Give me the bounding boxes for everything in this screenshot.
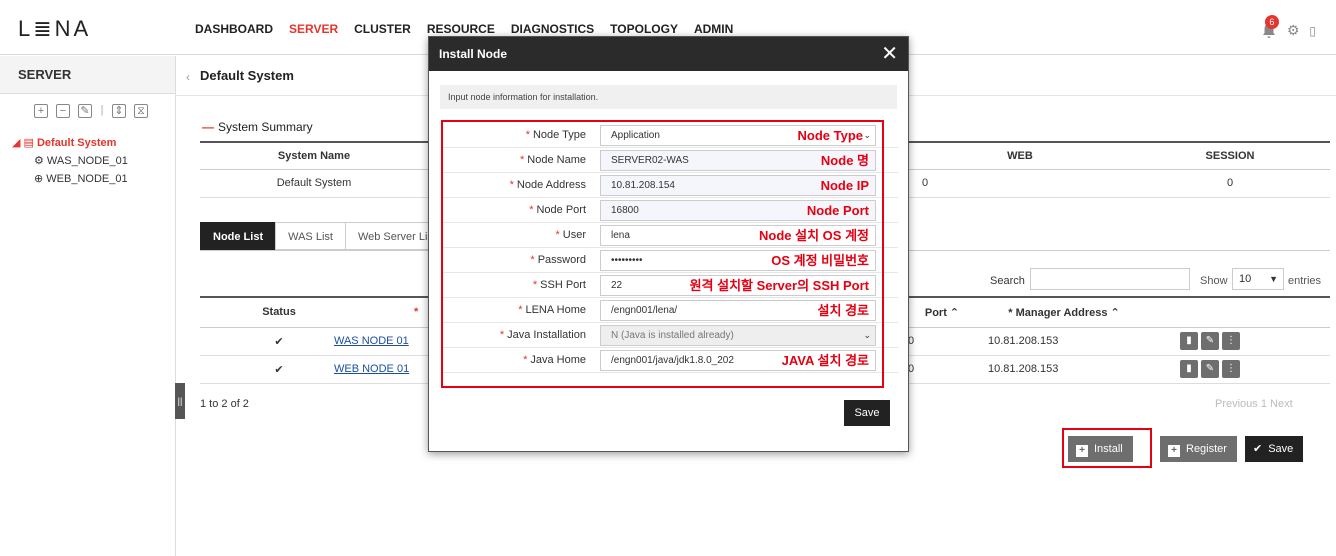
node-tabs: Node List WAS List Web Server Lis [200,222,446,250]
cell-port: 0 [908,355,976,384]
col-web: WEB [910,141,1130,170]
edit-icon[interactable]: ✎ [1201,360,1219,378]
section-title-text: System Summary [218,120,313,134]
col-session: SESSION [1130,141,1330,170]
sort-icon[interactable]: ⇕ [112,104,126,118]
nav-diagnostics[interactable]: DIAGNOSTICS [511,22,594,36]
search-input[interactable] [1030,268,1190,290]
register-label: Register [1186,443,1227,455]
more-icon[interactable]: ⋮ [1222,332,1240,350]
nav-resource[interactable]: RESOURCE [427,22,495,36]
show-label: Show [1200,275,1228,287]
tree-item-label: WEB_NODE_01 [46,173,128,185]
save-label: Save [1268,443,1294,455]
cell-manager: 10.81.208.153 [976,355,1152,384]
bell-icon[interactable]: 6 [1261,14,1279,39]
more-icon[interactable]: ⋮ [1222,360,1240,378]
col-select [200,296,240,328]
cell: Default System [200,169,428,198]
save-button[interactable]: ✔ Save [1245,436,1304,462]
gear-icon[interactable]: ⚙ [1287,22,1300,39]
page-title: Default System [200,68,294,83]
chevron-left-icon[interactable]: ‹ [186,70,190,84]
nav-topology[interactable]: TOPOLOGY [610,22,678,36]
tree-item-web[interactable]: ⊕ WEB_NODE_01 [12,170,175,188]
highlight-box [441,120,884,388]
status-ok-icon: ✔ [240,327,318,356]
search-label: Search [990,275,1025,287]
server-tree: ◢ ▤ Default System ⚙ WAS_NODE_01 ⊕ WEB_N… [0,134,175,188]
modal-info: Input node information for installation. [440,85,897,109]
plus-icon: + [1168,445,1180,457]
expand-icon[interactable]: + [34,104,48,118]
tree-root-label: Default System [36,137,117,149]
cell-manager: 10.81.208.153 [976,327,1152,356]
edit-icon[interactable]: ✎ [78,104,92,118]
highlight-box [1062,428,1152,468]
chevron-down-icon: ▼ [1269,274,1278,284]
tab-node-list[interactable]: Node List [200,222,277,250]
panel-collapse-handle[interactable]: || [175,383,185,419]
entries-label: entries [1288,275,1322,287]
register-button[interactable]: + Register [1160,436,1237,462]
tree-item-label: WAS_NODE_01 [46,155,128,167]
pagination[interactable]: Previous 1 Next [1215,398,1293,410]
check-icon: ✔ [1253,443,1263,455]
edit-icon[interactable]: ✎ [1201,332,1219,350]
page-size-select[interactable]: 10 ▼ [1232,268,1284,290]
main-nav: DASHBOARD SERVER CLUSTER RESOURCE DIAGNO… [195,22,733,36]
tree-root[interactable]: ◢ ▤ Default System [12,134,175,152]
delete-icon[interactable]: ▮ [1180,332,1198,350]
tree-item-was[interactable]: ⚙ WAS_NODE_01 [12,152,175,170]
col-manager-address[interactable]: * Manager Address ⌃ [976,296,1152,328]
page-info: 1 to 2 of 2 [200,398,249,410]
lena-logo[interactable]: L≣NA [18,16,91,42]
nav-server[interactable]: SERVER [289,22,338,36]
cell-port: 0 [908,327,976,356]
col-port-label: Port [924,306,947,319]
tab-was-list[interactable]: WAS List [275,222,346,250]
col-manager-label: * Manager Address [1008,306,1108,319]
page-size-value: 10 [1239,273,1252,285]
col-actions [1152,296,1330,328]
cell: 0 [1130,169,1330,198]
col-system-name: System Name [200,141,428,170]
close-icon[interactable]: ✕ [881,37,898,71]
nav-admin[interactable]: ADMIN [694,22,733,36]
notification-badge: 6 [1264,14,1279,29]
nav-dashboard[interactable]: DASHBOARD [195,22,273,36]
node-link[interactable]: WAS NODE 01 [334,335,409,347]
tree-toolbar: + − ✎ | ⇕ ⧖ [0,94,175,118]
node-link[interactable]: WEB NODE 01 [334,363,409,375]
left-panel: SERVER + − ✎ | ⇕ ⧖ ◢ ▤ Default System ⚙ … [0,56,176,556]
divider: | [100,104,104,116]
top-icons: 6 ⚙ ▯ [1261,14,1316,39]
cell: 0 [910,169,1130,198]
col-port[interactable]: Port ⌃ [908,296,976,328]
collapse-icon[interactable]: − [56,104,70,118]
modal-save-button[interactable]: Save [844,400,890,426]
sidebar-title: SERVER [0,56,175,94]
modal-header: Install Node ✕ [429,37,908,71]
nav-cluster[interactable]: CLUSTER [354,22,411,36]
filter-icon[interactable]: ⧖ [134,104,148,118]
col-status[interactable]: Status [240,296,318,328]
section-title: — System Summary [202,120,313,134]
delete-icon[interactable]: ▮ [1180,360,1198,378]
status-ok-icon: ✔ [240,355,318,384]
logout-icon[interactable]: ▯ [1309,24,1316,38]
modal-title: Install Node [439,47,508,61]
